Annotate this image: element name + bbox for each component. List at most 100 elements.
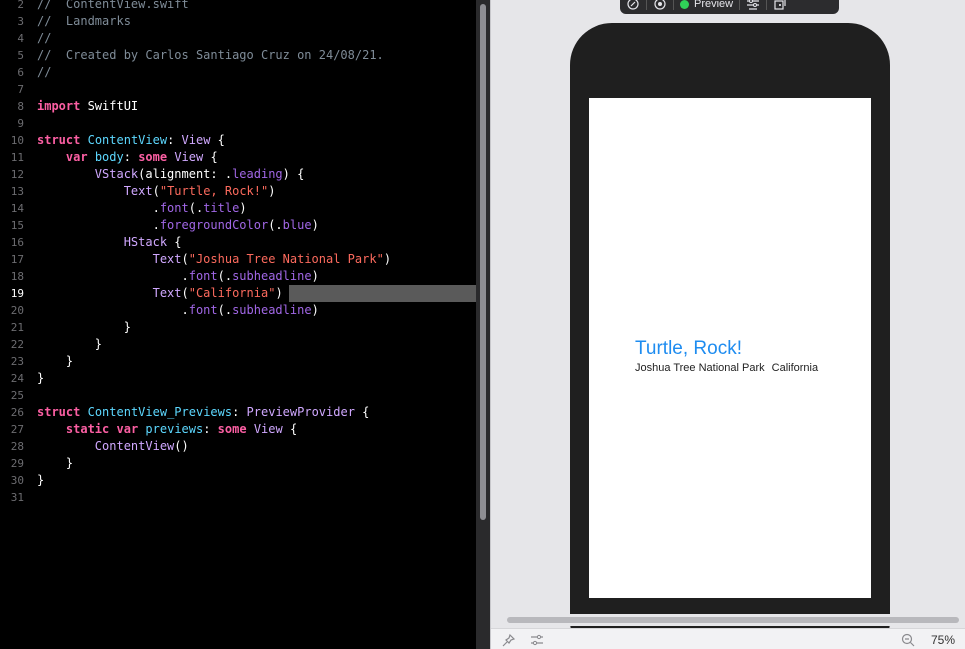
code-line[interactable]: 27 static var previews: some View { [0, 421, 476, 438]
code-token: ) [268, 184, 276, 198]
code-token: ( [152, 184, 160, 198]
code-line[interactable]: 7 [0, 81, 476, 98]
code-line[interactable]: 25 [0, 387, 476, 404]
code-text: // [37, 64, 51, 81]
code-line[interactable]: 11 var body: some View { [0, 149, 476, 166]
code-token: (. [188, 201, 204, 215]
code-line[interactable]: 17 Text("Joshua Tree National Park") [0, 251, 476, 268]
code-line[interactable]: 18 .font(.subheadline) [0, 268, 476, 285]
live-preview-icon[interactable] [620, 0, 646, 11]
code-token: some [217, 422, 247, 436]
line-highlight [289, 285, 476, 302]
live-preview-button[interactable]: Preview [674, 0, 739, 11]
device-screen[interactable]: Turtle, Rock! Joshua Tree National Park … [589, 98, 871, 598]
code-line[interactable]: 28 ContentView() [0, 438, 476, 455]
code-token: VStack [94, 167, 139, 181]
code-text: struct ContentView_Previews: PreviewProv… [37, 404, 369, 421]
code-text: // ContentView.swift [37, 0, 189, 13]
canvas-horizontal-scrollbar[interactable] [491, 614, 965, 626]
code-text: HStack { [37, 234, 182, 251]
line-number: 29 [10, 457, 24, 470]
preview-park-text: Joshua Tree National Park [635, 362, 765, 374]
code-text: .font(.subheadline) [37, 268, 319, 285]
code-text: ContentView() [37, 438, 189, 455]
code-line[interactable]: 8 import SwiftUI [0, 98, 476, 115]
device-settings-icon[interactable] [740, 0, 766, 11]
inspect-icon[interactable] [647, 0, 673, 11]
code-token: title [203, 201, 240, 215]
code-token: { [282, 422, 298, 436]
code-token: struct [37, 405, 81, 419]
line-number: 24 [10, 372, 24, 385]
code-line[interactable]: 30} [0, 472, 476, 489]
code-line[interactable]: 4 // [0, 30, 476, 47]
zoom-out-icon[interactable] [900, 632, 916, 648]
code-token: ) { [282, 167, 305, 181]
code-line[interactable]: 29 } [0, 455, 476, 472]
canvas-scrollbar-thumb[interactable] [507, 617, 959, 623]
code-token: "Joshua Tree National Park" [188, 252, 384, 266]
code-text: .foregroundColor(.blue) [37, 217, 319, 234]
code-line[interactable]: 20 .font(.subheadline) [0, 302, 476, 319]
code-token: Text [123, 184, 153, 198]
code-token: } [37, 320, 131, 334]
duplicate-preview-icon[interactable] [767, 0, 793, 11]
code-line[interactable]: 23 } [0, 353, 476, 370]
code-text: struct ContentView: View { [37, 132, 225, 149]
line-number: 18 [10, 270, 24, 283]
preview-hstack: Joshua Tree National Park California [635, 362, 818, 374]
zoom-level[interactable]: 75% [931, 633, 955, 647]
pin-icon[interactable] [500, 632, 516, 648]
code-line[interactable]: 2 // ContentView.swift [0, 0, 476, 13]
code-line[interactable]: 26 struct ContentView_Previews: PreviewPr… [0, 404, 476, 421]
line-number: 27 [10, 423, 24, 436]
line-number: 30 [10, 474, 24, 487]
code-token: // [37, 65, 52, 79]
canvas-bottom-bar: 75% [491, 628, 965, 649]
code-line-current[interactable]: 19 Text("California") [0, 285, 476, 302]
editor-scrollbar-thumb[interactable] [480, 4, 486, 520]
code-text: Text("Turtle, Rock!") [37, 183, 276, 200]
code-text: // [37, 30, 51, 47]
line-number: 19 [10, 287, 24, 300]
code-token: font [188, 303, 218, 317]
code-token: } [37, 371, 45, 385]
device-frame: Turtle, Rock! Joshua Tree National Park … [570, 23, 890, 649]
code-line[interactable]: 15 .foregroundColor(.blue) [0, 217, 476, 234]
line-number: 12 [10, 168, 24, 181]
code-line[interactable]: 22 } [0, 336, 476, 353]
code-token: () [174, 439, 189, 453]
code-line[interactable]: 16 HStack { [0, 234, 476, 251]
code-text: VStack(alignment: .leading) { [37, 166, 305, 183]
code-text: static var previews: some View { [37, 421, 297, 438]
code-line[interactable]: 9 [0, 115, 476, 132]
line-number: 26 [10, 406, 24, 419]
live-preview-label: Preview [694, 0, 734, 10]
code-line[interactable]: 5 // Created by Carlos Santiago Cruz on 2… [0, 47, 476, 64]
code-token: : [232, 405, 247, 419]
code-text: } [37, 353, 73, 370]
code-line[interactable]: 14 .font(.title) [0, 200, 476, 217]
code-line[interactable]: 12 VStack(alignment: .leading) { [0, 166, 476, 183]
line-number: 10 [10, 134, 24, 147]
variants-icon[interactable] [529, 632, 545, 648]
code-editor[interactable]: 2 // ContentView.swift 3 // Landmarks 4 // 5 //… [0, 0, 476, 649]
code-line[interactable]: 3 // Landmarks [0, 13, 476, 30]
code-line[interactable]: 6 // [0, 64, 476, 81]
code-token: font [188, 269, 218, 283]
code-line[interactable]: 31 [0, 489, 476, 506]
code-token: View [181, 133, 211, 147]
code-line[interactable]: 24} [0, 370, 476, 387]
code-token: (alignment: . [138, 167, 233, 181]
code-line[interactable]: 21 } [0, 319, 476, 336]
code-token: ) [311, 269, 319, 283]
code-line[interactable]: 13 Text("Turtle, Rock!") [0, 183, 476, 200]
editor-scrollbar[interactable] [476, 0, 490, 649]
code-line[interactable]: 10 struct ContentView: View { [0, 132, 476, 149]
code-token: : [203, 422, 218, 436]
code-token: Text [152, 286, 182, 300]
